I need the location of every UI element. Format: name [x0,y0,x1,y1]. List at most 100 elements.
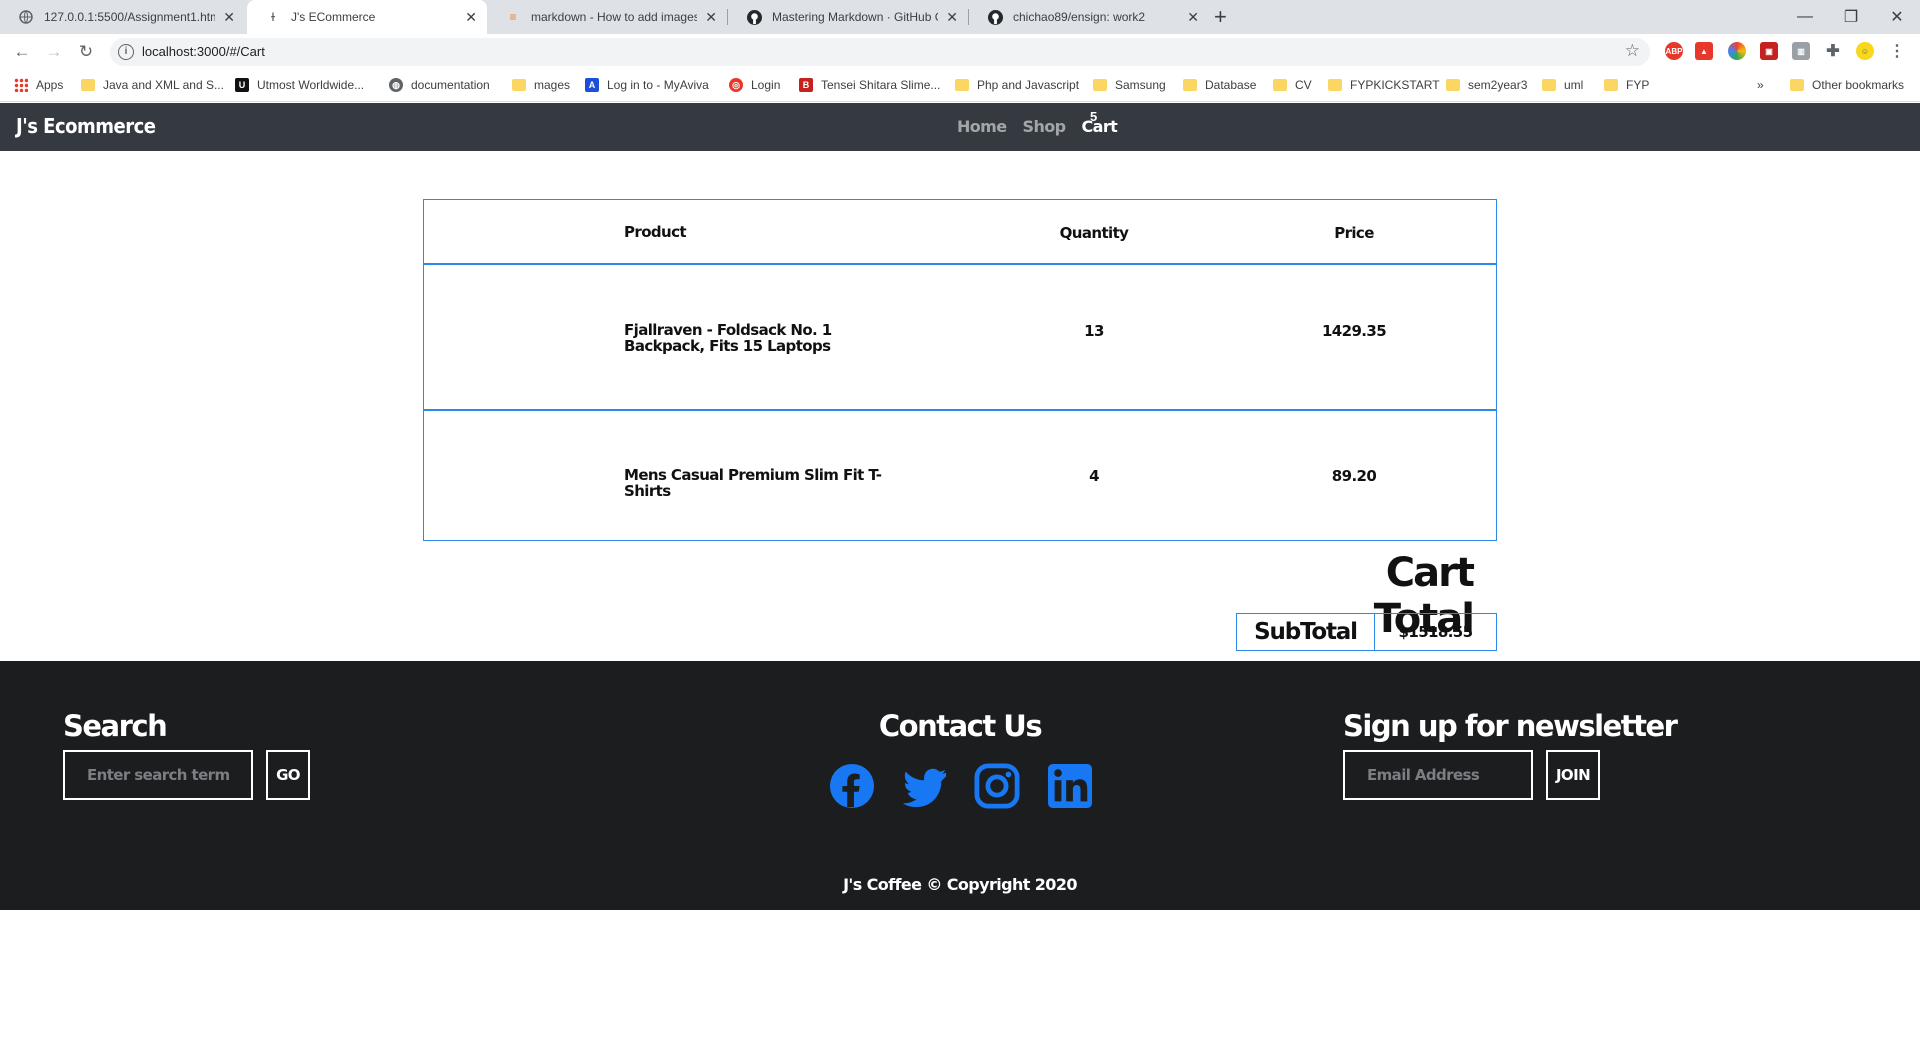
bookmark-item[interactable]: Samsung [1093,78,1166,92]
bookmark-item[interactable]: Php and Javascript [955,78,1079,92]
extension-icon[interactable]: ▲ [1695,42,1713,60]
window-close-button[interactable]: ✕ [1874,0,1920,34]
close-icon[interactable]: ✕ [946,9,958,26]
forward-button[interactable]: → [42,40,66,64]
github-icon [746,9,762,25]
tab-title: chichao89/ensign: work2 [1013,10,1146,24]
extension-icon[interactable]: ▣ [1760,42,1778,60]
bookmark-label: CV [1295,78,1312,92]
bookmark-label: Php and Javascript [977,78,1080,92]
bookmark-item[interactable]: FYPKICKSTART [1328,78,1440,92]
puzzle-icon[interactable]: ✚ [1824,42,1842,60]
site-footer: Search GO Contact Us Sign up for newslet… [0,661,1920,910]
folder-icon [1542,79,1556,91]
nav-home[interactable]: Home [957,117,1007,136]
bookmark-label: Log in to - MyAviva [607,78,709,92]
minimize-button[interactable]: — [1782,0,1828,34]
close-icon[interactable]: ✕ [223,9,235,26]
apps-grid-icon [14,78,28,92]
bookmarks-bar: Apps Java and XML and S... U Utmost World… [0,70,1920,102]
instagram-icon[interactable] [974,763,1020,809]
search-input[interactable] [63,750,253,800]
bookmark-star-icon[interactable]: ☆ [1625,41,1640,61]
reload-button[interactable]: ↻ [74,40,98,64]
avatar[interactable]: ☺ [1856,42,1874,60]
menu-icon[interactable]: ⋮ [1888,42,1906,60]
bookmark-label: uml [1564,78,1584,92]
adblock-icon[interactable]: ABP [1665,42,1683,60]
bookmark-label: FYPKICKSTART [1350,78,1440,92]
folder-icon [1604,79,1618,91]
join-button[interactable]: JOIN [1546,750,1600,800]
bookmark-item[interactable]: Database [1183,78,1256,92]
extension-icon[interactable]: ▥ [1792,42,1810,60]
github-icon [987,9,1003,25]
bookmark-item[interactable]: U Utmost Worldwide... [235,78,364,92]
tab-mastering-markdown[interactable]: Mastering Markdown · GitHub G ✕ [728,0,968,34]
tab-assignment[interactable]: 127.0.0.1:5500/Assignment1.html ✕ [0,0,245,34]
bookmark-item[interactable]: uml [1542,78,1583,92]
bookmark-label: Tensei Shitara Slime... [821,78,941,92]
subtotal-box: SubTotal $1518.55 [1236,613,1497,651]
folder-icon [1273,79,1287,91]
bookmark-item[interactable]: ◎ Login [729,78,780,92]
header-product: Product [624,223,687,241]
globe-icon: ◍ [389,78,403,92]
bookmark-item[interactable]: CV [1273,78,1312,92]
bookmark-apps[interactable]: Apps [14,78,63,92]
brand-logo[interactable]: J's Ecommerce [16,114,156,138]
linkedin-icon[interactable] [1047,763,1093,809]
bookmark-item[interactable]: sem2year3 [1446,78,1527,92]
folder-icon [1183,79,1197,91]
product-quantity: 4 [1089,467,1099,485]
bookmark-item[interactable]: A Log in to - MyAviva [585,78,709,92]
other-bookmarks[interactable]: Other bookmarks [1790,78,1904,92]
nav-shop[interactable]: Shop [1023,117,1067,136]
newsletter-heading: Sign up for newsletter [1343,709,1678,743]
search-go-button[interactable]: GO [266,750,310,800]
chevron-icon: » [1757,78,1764,92]
b-icon: B [799,78,813,92]
table-row: Mens Casual Premium Slim Fit T-Shirts 4 … [424,412,1496,540]
cart-count-badge: 5 [1090,109,1098,124]
table-row: Fjallraven - Foldsack No. 1 Backpack, Fi… [424,266,1496,411]
bookmark-item[interactable]: Java and XML and S... [81,78,224,92]
header-quantity: Quantity [1059,224,1129,242]
bookmark-label: mages [534,78,571,92]
email-field[interactable] [1343,750,1533,800]
bookmark-item[interactable]: FYP [1604,78,1649,92]
info-icon[interactable]: i [118,44,134,60]
tab-ensign[interactable]: chichao89/ensign: work2 ✕ [969,0,1209,34]
close-icon[interactable]: ✕ [1187,9,1199,26]
restore-button[interactable]: ❐ [1828,0,1874,34]
back-button[interactable]: ← [10,40,34,64]
copyright-text: J's Coffee © Copyright 2020 [843,875,1077,894]
product-quantity: 13 [1084,322,1104,340]
bookmark-label: Apps [36,78,64,92]
color-extension-icon[interactable] [1728,42,1746,60]
bookmark-item[interactable]: mages [512,78,570,92]
product-price: 1429.35 [1321,322,1387,340]
bookmark-label: Database [1205,78,1257,92]
subtotal-value: $1518.55 [1398,623,1474,641]
tab-markdown[interactable]: ≡ markdown - How to add images ✕ [487,0,727,34]
folder-icon [512,79,526,91]
facebook-icon[interactable] [829,763,875,809]
bookmark-item[interactable]: ◍ documentation [389,78,490,92]
nav-cart[interactable]: Cart [1081,117,1117,136]
browser-toolbar: ← → ↻ i localhost:3000/#/Cart ☆ ABP ▲ ▣ … [0,34,1920,70]
twitter-icon[interactable] [902,763,948,809]
close-icon[interactable]: ✕ [705,9,717,26]
bookmark-item[interactable]: B Tensei Shitara Slime... [799,78,940,92]
close-icon[interactable]: ✕ [465,9,477,26]
bookmark-label: FYP [1626,78,1650,92]
table-header-row: Product Quantity Price [424,200,1496,265]
folder-icon [1790,79,1804,91]
tab-ecommerce[interactable]: ɫ J's ECommerce ✕ [247,0,487,34]
address-bar[interactable]: i localhost:3000/#/Cart ☆ [110,38,1650,66]
new-tab-button[interactable]: + [1214,4,1227,30]
stackoverflow-icon: ≡ [509,10,517,24]
bookmark-label: sem2year3 [1468,78,1528,92]
more-bookmarks-button[interactable]: » [1757,78,1764,92]
bookmark-label: documentation [411,78,490,92]
